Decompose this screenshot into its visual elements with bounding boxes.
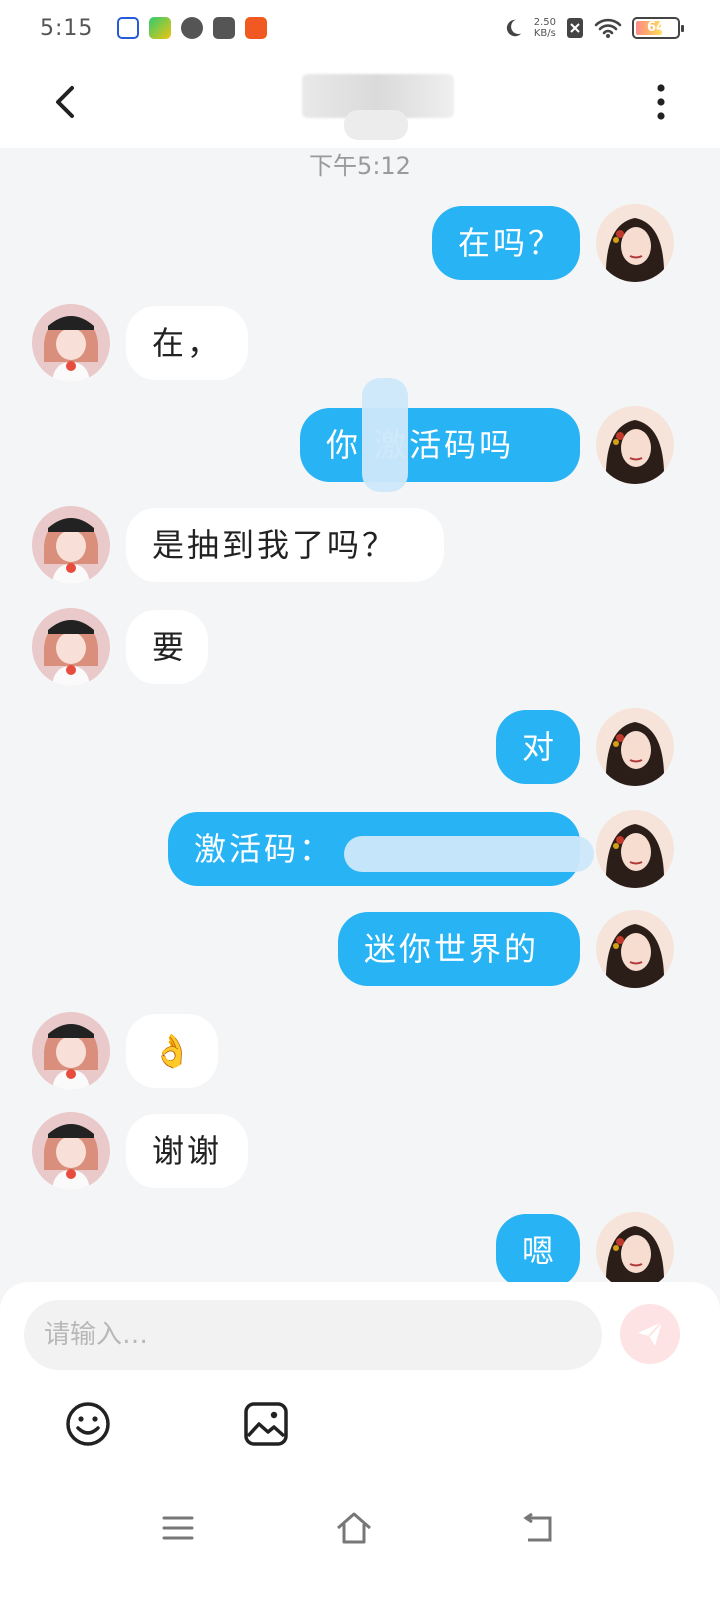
network-speed-unit: KB/s	[533, 28, 556, 39]
back-button[interactable]	[44, 80, 88, 124]
back-icon	[523, 1512, 552, 1542]
outgoing-message-bubble[interactable]: 你 激活码吗	[300, 408, 580, 482]
incoming-message-bubble[interactable]: 是抽到我了吗？	[126, 508, 444, 582]
contact-avatar[interactable]	[32, 1112, 110, 1190]
my-avatar[interactable]	[596, 1212, 674, 1290]
smiley-icon	[66, 1402, 110, 1446]
chat-timestamp: 下午5:12	[309, 152, 411, 180]
baidu-app-icon	[117, 17, 140, 39]
home-button[interactable]	[334, 1508, 374, 1548]
my-avatar[interactable]	[596, 708, 674, 786]
outgoing-message-bubble[interactable]: 对	[496, 710, 580, 784]
incoming-message-bubble[interactable]: 要	[126, 610, 208, 684]
network-speed-value: 2.50	[533, 17, 556, 28]
network-speed: 2.50 KB/s	[534, 17, 556, 39]
contact-avatar[interactable]	[32, 304, 110, 382]
system-nav-bar	[0, 1490, 720, 1570]
download-app-icon	[245, 17, 268, 39]
battery-indicator: 64	[632, 17, 684, 39]
status-time: 5:15	[40, 15, 94, 41]
wifi-icon	[594, 18, 622, 38]
status-right: 2.50 KB/s 64	[502, 17, 684, 39]
more-options-button[interactable]	[646, 80, 676, 124]
menu-button[interactable]	[158, 1508, 198, 1548]
redaction-overlay	[362, 378, 408, 492]
contact-avatar[interactable]	[32, 608, 110, 686]
battery-level-text: 64	[646, 20, 666, 35]
my-avatar[interactable]	[596, 204, 674, 282]
video-app-icon	[149, 17, 172, 39]
contact-avatar[interactable]	[32, 506, 110, 584]
incoming-message-bubble[interactable]: 谢谢	[126, 1114, 248, 1188]
incoming-message-bubble[interactable]: 👌	[126, 1014, 218, 1088]
emoji-button[interactable]	[64, 1400, 112, 1448]
my-avatar[interactable]	[596, 910, 674, 988]
image-button[interactable]	[242, 1400, 290, 1448]
outgoing-message-bubble[interactable]: 迷你世界的	[338, 912, 580, 986]
send-icon	[638, 1321, 663, 1346]
redaction-overlay	[344, 836, 594, 872]
chat-header	[0, 56, 720, 148]
back-nav-button[interactable]	[518, 1508, 558, 1548]
outgoing-message-bubble[interactable]: 嗯	[496, 1214, 580, 1288]
contact-avatar[interactable]	[32, 1012, 110, 1090]
image-icon	[244, 1402, 288, 1446]
send-button[interactable]	[620, 1304, 680, 1364]
home-icon	[337, 1512, 371, 1544]
contact-status-redacted	[344, 110, 408, 140]
my-avatar[interactable]	[596, 810, 674, 888]
menu-icon	[162, 1516, 194, 1540]
my-avatar[interactable]	[596, 406, 674, 484]
moon-icon	[506, 19, 521, 37]
message-input[interactable]	[24, 1300, 602, 1370]
status-bar: 5:15 2.50 KB/s 64	[0, 0, 720, 56]
chevron-left-icon	[56, 86, 74, 118]
status-left: 5:15	[40, 15, 268, 41]
compass-app-icon	[181, 17, 204, 39]
vertical-dots-icon	[657, 84, 665, 120]
incoming-message-bubble[interactable]: 在，	[126, 306, 248, 380]
no-sim-icon	[567, 18, 583, 38]
mail-app-icon	[213, 17, 236, 39]
outgoing-message-bubble[interactable]: 在吗？	[432, 206, 580, 280]
